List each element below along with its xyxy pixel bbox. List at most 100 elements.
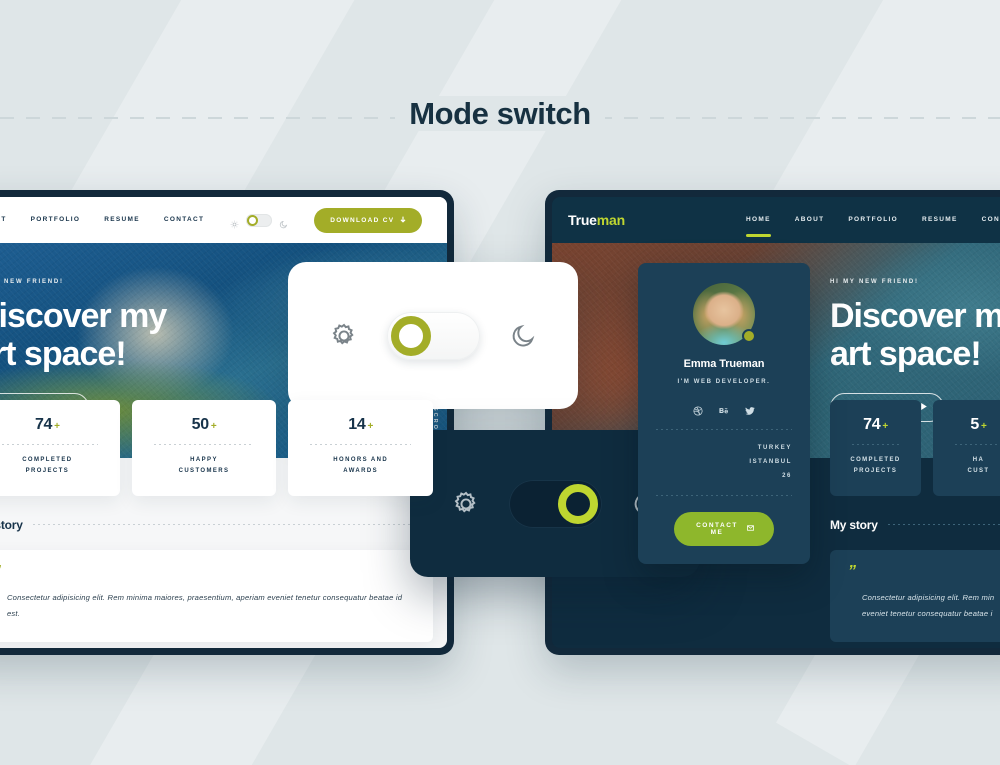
- profile-name: Emma Trueman: [683, 358, 765, 370]
- mode-switch-track[interactable]: [246, 213, 273, 227]
- stat-number: 50: [191, 416, 210, 433]
- profile-card: Emma Trueman I'M WEB DEVELOPER. TURKEY I…: [638, 263, 810, 565]
- light-story-section: My story 01 ” Consectetur adipisicing el…: [0, 496, 447, 642]
- stat-number: 74: [863, 416, 881, 433]
- story-quote-text: Consectetur adipisicing elit. Rem min ev…: [862, 592, 995, 618]
- stat-divider: [153, 444, 255, 445]
- stat-value: 14 +: [294, 416, 427, 434]
- mail-icon: [747, 525, 754, 533]
- stat-card: 50 + HAPPY CUSTOMERS: [131, 400, 277, 496]
- stat-card: 74 + COMPLETED PROJECTS: [830, 400, 921, 496]
- hero-headline-line2: art space!: [830, 335, 982, 374]
- nav-item-resume[interactable]: RESUME: [104, 216, 140, 225]
- story-quote-card: ” Consectetur adipisicing elit. Rem mini…: [0, 549, 433, 642]
- gear-sun-icon: [331, 323, 357, 349]
- light-navbar: ABOUT PORTFOLIO RESUME CONTACT: [0, 197, 447, 243]
- navbar-mode-switch[interactable]: [230, 213, 288, 228]
- stat-label: HAPPY CUSTOMERS: [178, 457, 230, 475]
- stat-value: 50 +: [138, 416, 271, 434]
- mode-toggle-track[interactable]: [386, 311, 480, 360]
- light-stats-row: 74 + COMPLETED PROJECTS 50 + HAPPY CUSTOME…: [0, 400, 447, 496]
- dark-mode-screen: Trueman HOME ABOUT PORTFOLIO RESUME CONT…: [552, 197, 1000, 648]
- stat-value: 5 +: [939, 416, 1000, 434]
- story-quote-text: Consectetur adipisicing elit. Rem minima…: [7, 592, 403, 618]
- stat-divider: [310, 444, 412, 445]
- stat-number: 14: [348, 416, 366, 433]
- stat-card: 5 + HA CUST: [933, 400, 1000, 496]
- story-quote-card: ” Consectetur adipisicing elit. Rem min …: [830, 549, 1000, 642]
- light-mode-toggle-card: [288, 262, 578, 409]
- stat-label: COMPLETED PROJECTS: [22, 457, 73, 475]
- hero-eyebrow: HI MY NEW FRIEND!: [830, 279, 919, 285]
- nav-item-contact[interactable]: CONTACT: [982, 216, 1000, 225]
- stat-label: COMPLETED PROJECTS: [850, 457, 901, 475]
- stat-card: 14 + HONORS AND AWARDS: [288, 400, 434, 496]
- story-divider: [887, 524, 1000, 526]
- stat-divider: [0, 444, 98, 445]
- dark-site: Trueman HOME ABOUT PORTFOLIO RESUME CONT…: [552, 197, 1000, 648]
- logo-part-true: True: [568, 212, 597, 228]
- page-title-text: Mode switch: [395, 96, 605, 131]
- nav-item-resume[interactable]: RESUME: [922, 216, 958, 225]
- mode-toggle-knob[interactable]: [390, 315, 431, 356]
- story-title: My story: [830, 517, 878, 532]
- stat-divider: [955, 444, 1000, 445]
- stat-value: 74 +: [836, 416, 915, 434]
- stat-number: 74: [34, 416, 53, 433]
- stat-plus: +: [54, 421, 60, 432]
- profile-divider-bottom: [656, 495, 792, 497]
- page-title: Mode switch: [0, 96, 1000, 132]
- dribbble-icon[interactable]: [693, 403, 703, 416]
- nav-item-about[interactable]: ABOUT: [0, 216, 7, 225]
- nav-item-contact[interactable]: CONTACT: [164, 216, 204, 225]
- profile-role: I'M WEB DEVELOPER.: [677, 379, 771, 385]
- gear-sun-icon: [230, 216, 239, 228]
- download-cv-label: DOWNLOAD CV: [330, 216, 395, 224]
- stat-divider: [852, 444, 899, 445]
- avatar-wrapper: [693, 283, 756, 345]
- moon-icon: [510, 323, 536, 349]
- story-header: My story: [830, 518, 1000, 532]
- quote-mark-icon: ”: [0, 563, 415, 580]
- stat-plus: +: [882, 421, 888, 432]
- quote-mark-icon: ”: [848, 562, 856, 580]
- light-mode-device-frame: ABOUT PORTFOLIO RESUME CONTACT: [0, 190, 454, 655]
- location-age: 26: [782, 472, 792, 479]
- stat-plus: +: [981, 421, 987, 432]
- contact-me-label: CONTACT ME: [696, 522, 738, 537]
- story-divider: [32, 524, 414, 526]
- stat-plus: +: [367, 421, 374, 432]
- stat-label: HONORS AND AWARDS: [333, 457, 389, 475]
- stat-plus: +: [210, 421, 217, 432]
- nav-item-home[interactable]: HOME: [746, 216, 771, 237]
- contact-me-button[interactable]: CONTACT ME: [674, 512, 774, 547]
- story-header: My story 01: [0, 518, 433, 532]
- social-links: [652, 403, 796, 416]
- stat-card: 74 + COMPLETED PROJECTS: [0, 400, 120, 496]
- location-country: TURKEY: [757, 445, 792, 451]
- mode-switch-knob[interactable]: [247, 214, 259, 226]
- hero-headline-line1: Discover m: [830, 297, 1000, 335]
- dark-nav-links: HOME ABOUT PORTFOLIO RESUME CONTACT: [746, 216, 1000, 237]
- online-status-dot: [742, 329, 756, 343]
- behance-icon[interactable]: [719, 403, 729, 414]
- nav-item-portfolio[interactable]: PORTFOLIO: [31, 216, 81, 225]
- story-title: My story: [0, 517, 23, 532]
- download-cv-button[interactable]: DOWNLOAD CV: [314, 207, 423, 233]
- site-logo[interactable]: Trueman: [568, 212, 625, 228]
- profile-divider-top: [656, 429, 792, 430]
- twitter-icon[interactable]: [745, 403, 755, 415]
- stat-label: HA CUST: [967, 457, 990, 475]
- nav-item-portfolio[interactable]: PORTFOLIO: [848, 216, 898, 225]
- gear-sun-icon: [453, 491, 479, 517]
- location-list: TURKEY ISTANBUL 26: [652, 442, 796, 483]
- dark-navbar: Trueman HOME ABOUT PORTFOLIO RESUME CONT…: [552, 197, 1000, 243]
- stat-value: 74 +: [0, 416, 114, 434]
- dark-mode-device-frame: Trueman HOME ABOUT PORTFOLIO RESUME CONT…: [545, 190, 1000, 655]
- moon-icon: [279, 216, 288, 228]
- stat-number: 5: [970, 416, 980, 433]
- download-arrow-icon: [400, 216, 406, 225]
- nav-item-about[interactable]: ABOUT: [795, 216, 825, 225]
- location-city: ISTANBUL: [749, 458, 792, 465]
- light-nav-links: ABOUT PORTFOLIO RESUME CONTACT: [0, 216, 204, 225]
